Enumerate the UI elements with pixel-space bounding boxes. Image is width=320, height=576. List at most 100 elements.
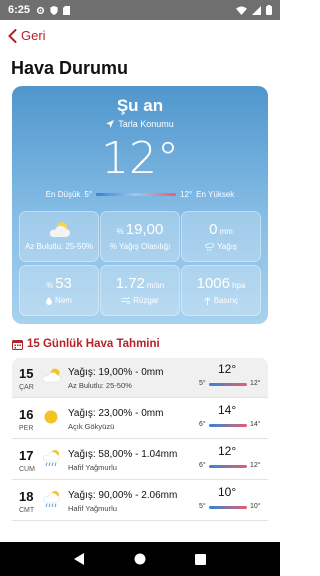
forecast-min: 5° bbox=[199, 503, 206, 510]
forecast-min: 6° bbox=[199, 462, 206, 469]
forecast-max: 14° bbox=[250, 421, 261, 428]
forecast-row[interactable]: 15 ÇAR Yağış: 19,00% - 0mm Az Bulutlu: 2… bbox=[12, 358, 268, 398]
battery-icon bbox=[266, 5, 272, 15]
forecast-precip: Yağış: 90,00% - 2.06mm bbox=[68, 490, 178, 501]
location-label: Tarla Konumu bbox=[118, 119, 174, 129]
home-circle-icon[interactable] bbox=[134, 553, 146, 565]
current-weather-card: Şu an Tarla Konumu 12° En Düşük 5° 12° E… bbox=[12, 86, 268, 324]
tile-value: 53 bbox=[55, 275, 72, 292]
location-row: Tarla Konumu bbox=[12, 119, 268, 129]
light-rain-icon bbox=[43, 450, 60, 467]
current-heading: Şu an bbox=[116, 96, 164, 115]
forecast-precip: Yağış: 23,00% - 0mm bbox=[68, 408, 164, 419]
forecast-range-bar bbox=[209, 383, 247, 386]
tile-label: Rüzgar bbox=[133, 296, 159, 305]
forecast-max: 10° bbox=[250, 503, 261, 510]
status-icons-right bbox=[236, 5, 272, 15]
shield-icon bbox=[50, 5, 58, 15]
arrow-up-icon bbox=[204, 296, 211, 305]
tile-precip-probability: % 19,00 % Yağış Olasılığı bbox=[100, 211, 180, 262]
forecast-weekday: CMT bbox=[19, 507, 35, 514]
rain-icon bbox=[205, 242, 215, 251]
signal-icon bbox=[252, 5, 261, 15]
tile-label: Nem bbox=[55, 296, 72, 305]
temperature-range-bar bbox=[96, 193, 177, 196]
percent-prefix: % bbox=[116, 227, 124, 236]
forecast-range-bar bbox=[209, 506, 247, 509]
forecast-max: 12° bbox=[250, 380, 261, 387]
forecast-min: 5° bbox=[199, 380, 206, 387]
status-bar: 6:25 bbox=[0, 0, 280, 20]
forecast-weekday: ÇAR bbox=[19, 384, 34, 391]
forecast-weekday: CUM bbox=[19, 466, 35, 473]
tile-precipitation: 0 mm Yağış bbox=[181, 211, 261, 262]
forecast-day: 18 bbox=[19, 489, 34, 504]
status-icons-left bbox=[36, 5, 71, 15]
tile-label: Basınç bbox=[213, 296, 239, 305]
min-label: En Düşük bbox=[45, 190, 81, 199]
back-triangle-icon[interactable] bbox=[74, 553, 85, 565]
min-value: 5° bbox=[84, 190, 93, 199]
tile-unit: m/sn bbox=[146, 281, 165, 290]
forecast-precip: Yağış: 19,00% - 0mm bbox=[68, 367, 164, 378]
forecast-day: 17 bbox=[19, 448, 34, 463]
calendar-icon bbox=[12, 339, 23, 350]
current-temperature: 12° bbox=[101, 133, 179, 184]
max-value: 12° bbox=[180, 190, 193, 199]
tile-value: 1.72 bbox=[115, 275, 145, 292]
forecast-row[interactable]: 17 CUM Yağış: 58,00% - 1.04mm Hafif Yağm… bbox=[12, 440, 268, 480]
page-title: Hava Durumu bbox=[11, 58, 129, 78]
forecast-weekday: PER bbox=[19, 425, 34, 432]
percent-prefix: % bbox=[46, 281, 54, 290]
partly-cloudy-icon bbox=[49, 222, 70, 237]
forecast-day: 16 bbox=[19, 407, 34, 422]
navigation-arrow-icon bbox=[106, 120, 115, 128]
tile-wind: 1.72 m/sn Rüzgar bbox=[100, 265, 180, 316]
tile-value: 19,00 bbox=[125, 221, 164, 238]
forecast-temp: 14° bbox=[218, 403, 237, 417]
tile-value: 1006 bbox=[196, 275, 230, 292]
forecast-row[interactable]: 18 CMT Yağış: 90,00% - 2.06mm Hafif Yağm… bbox=[12, 481, 268, 521]
droplet-icon bbox=[46, 296, 53, 305]
back-label: Geri bbox=[21, 28, 46, 43]
system-navigation-bar bbox=[0, 542, 280, 576]
forecast-title: 15 Günlük Hava Tahmini bbox=[27, 338, 160, 350]
partly-cloudy-icon bbox=[42, 368, 61, 383]
forecast-row[interactable]: 16 PER Yağış: 23,00% - 0mm Açık Gökyüzü … bbox=[12, 399, 268, 439]
max-label: En Yüksek bbox=[196, 190, 235, 199]
tile-label: % Yağış Olasılığı bbox=[109, 242, 171, 251]
forecast-description: Az Bulutlu: 25-50% bbox=[68, 381, 132, 390]
forecast-precip: Yağış: 58,00% - 1.04mm bbox=[68, 449, 178, 460]
forecast-description: Hafif Yağmurlu bbox=[68, 463, 117, 472]
light-rain-icon bbox=[43, 491, 60, 508]
forecast-min: 6° bbox=[199, 421, 206, 428]
chevron-left-icon bbox=[8, 28, 17, 43]
forecast-temp: 10° bbox=[218, 485, 237, 499]
recents-square-icon[interactable] bbox=[194, 553, 206, 565]
tile-humidity: % 53 Nem bbox=[19, 265, 99, 316]
sun-icon bbox=[44, 410, 58, 424]
wifi-icon bbox=[236, 5, 247, 15]
tile-unit: mm bbox=[219, 227, 233, 236]
forecast-temp: 12° bbox=[218, 362, 237, 376]
forecast-range-bar bbox=[209, 424, 247, 427]
forecast-day: 15 bbox=[19, 366, 34, 381]
tile-label: Yağış bbox=[217, 242, 237, 251]
wind-icon bbox=[121, 297, 131, 304]
forecast-list[interactable]: 15 ÇAR Yağış: 19,00% - 0mm Az Bulutlu: 2… bbox=[12, 358, 268, 542]
forecast-max: 12° bbox=[250, 462, 261, 469]
tile-cloudiness: Az Bulutlu: 25-50% bbox=[19, 211, 99, 262]
temperature-range: En Düşük 5° 12° En Yüksek bbox=[12, 190, 268, 199]
tile-unit: hpa bbox=[232, 281, 246, 290]
sd-card-icon bbox=[63, 5, 71, 15]
gear-icon bbox=[36, 6, 45, 14]
forecast-range-bar bbox=[209, 465, 247, 468]
forecast-description: Açık Gökyüzü bbox=[68, 422, 115, 431]
tile-value: 0 bbox=[209, 221, 218, 238]
tile-label: Az Bulutlu: 25-50% bbox=[24, 242, 94, 251]
forecast-heading: 15 Günlük Hava Tahmini bbox=[12, 338, 160, 350]
back-button[interactable]: Geri bbox=[8, 28, 46, 43]
status-time: 6:25 bbox=[8, 4, 31, 16]
forecast-temp: 12° bbox=[218, 444, 237, 458]
forecast-description: Hafif Yağmurlu bbox=[68, 504, 117, 513]
